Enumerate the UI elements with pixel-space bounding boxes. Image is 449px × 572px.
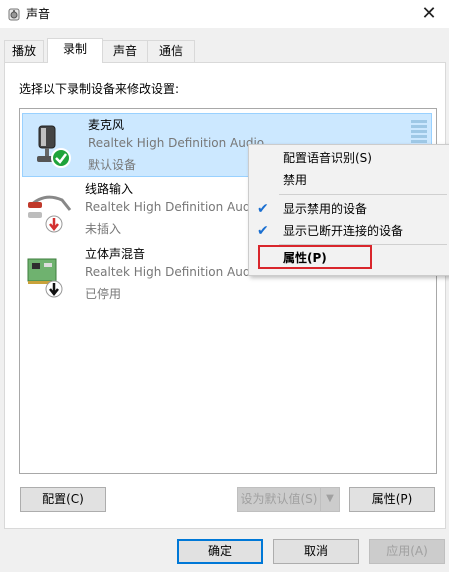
menu-disable[interactable]: 禁用 (249, 169, 449, 191)
device-driver: Realtek High Definition Audio (88, 136, 265, 150)
ok-button[interactable]: 确定 (177, 539, 263, 564)
title-bar: 声音 ✕ (0, 0, 449, 28)
tab-communications[interactable]: 通信 (147, 40, 195, 62)
check-icon: ✔ (257, 223, 269, 239)
device-name: 麦克风 (88, 118, 125, 132)
chevron-down-icon: ▼ (326, 493, 334, 504)
tab-playback[interactable]: 播放 (4, 40, 44, 62)
set-default-dropdown[interactable]: ▼ (320, 487, 340, 512)
prompt-label: 选择以下录制设备来修改设置: (19, 82, 180, 96)
device-status: 默认设备 (88, 158, 137, 172)
green-check-badge (51, 148, 71, 168)
cancel-button[interactable]: 取消 (273, 539, 359, 564)
tab-sounds[interactable]: 声音 (101, 40, 149, 62)
device-status: 未插入 (85, 222, 122, 236)
menu-show-disconnected[interactable]: ✔ 显示已断开连接的设备 (249, 220, 449, 242)
window-title: 声音 (26, 7, 51, 21)
close-button[interactable]: ✕ (409, 0, 449, 28)
set-default-button[interactable]: 设为默认值(S) (237, 487, 321, 512)
device-name: 立体声混音 (85, 247, 146, 261)
menu-separator (279, 194, 447, 195)
properties-button[interactable]: 属性(P) (349, 487, 435, 512)
device-driver: Realtek High Definition Audio (85, 265, 262, 279)
menu-show-disabled[interactable]: ✔ 显示禁用的设备 (249, 198, 449, 220)
red-highlight-box (258, 245, 372, 269)
check-icon: ✔ (257, 201, 269, 217)
microphone-icon (37, 125, 71, 168)
speaker-icon (8, 8, 20, 21)
device-name: 线路输入 (85, 182, 134, 196)
configure-button[interactable]: 配置(C) (20, 487, 106, 512)
menu-configure-speech[interactable]: 配置语音识别(S) (249, 147, 449, 169)
apply-button[interactable]: 应用(A) (369, 539, 445, 564)
context-menu: 配置语音识别(S) 禁用 ✔ 显示禁用的设备 ✔ 显示已断开连接的设备 属性(P… (248, 144, 449, 276)
device-driver: Realtek High Definition Audio (85, 200, 262, 214)
tab-strip: 播放 录制 声音 通信 (0, 38, 449, 63)
tab-recording[interactable]: 录制 (47, 38, 103, 63)
sound-card-icon (27, 258, 63, 298)
device-status: 已停用 (85, 287, 122, 301)
close-icon: ✕ (421, 3, 437, 24)
line-in-cable-icon (28, 195, 72, 233)
